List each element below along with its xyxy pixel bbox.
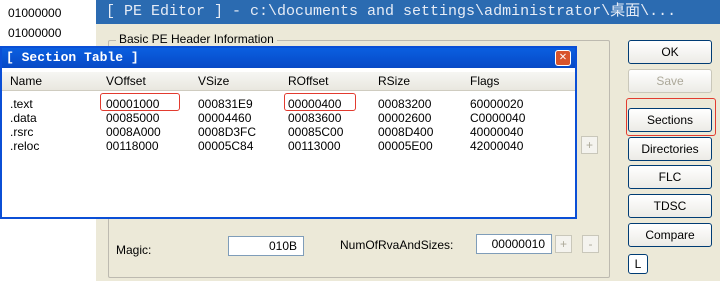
compare-button[interactable]: Compare [628,223,712,247]
magic-field[interactable]: 010B [228,236,304,256]
save-button[interactable]: Save [628,69,712,93]
col-header-rsize[interactable]: RSize [378,74,410,88]
num-rva-minus-button[interactable]: - [582,235,599,253]
basic-header-group-label: Basic PE Header Information [116,32,277,46]
cell-vsize: 00005C84 [198,139,254,153]
close-icon[interactable]: ✕ [555,50,571,66]
roffset-highlight [284,93,356,111]
col-header-name[interactable]: Name [10,74,42,88]
cell-flags: 42000040 [470,139,524,153]
table-row[interactable]: .reloc 00118000 00005C84 00113000 00005E… [2,137,575,153]
spin-plus-button[interactable]: + [581,136,598,154]
magic-label: Magic: [116,243,152,257]
num-rva-field[interactable]: 00000010 [476,234,552,254]
section-table-header: Name VOffset VSize ROffset RSize Flags [2,72,575,91]
l-button[interactable]: L [628,254,648,274]
table-row[interactable]: .rsrc 0008A000 0008D3FC 00085C00 0008D40… [2,123,575,139]
directories-button[interactable]: Directories [628,137,712,161]
cell-rsize: 00005E00 [378,139,433,153]
voffset-highlight [100,93,180,111]
col-header-flags[interactable]: Flags [470,74,499,88]
cell-roffset: 00113000 [288,139,341,153]
tdsc-button[interactable]: TDSC [628,194,712,218]
left-value: 01000000 [8,6,62,20]
cell-name: .reloc [10,139,40,153]
table-row[interactable]: .data 00085000 00004460 00083600 0000260… [2,109,575,125]
ok-button[interactable]: OK [628,40,712,64]
col-header-voffset[interactable]: VOffset [106,74,146,88]
flc-button[interactable]: FLC [628,165,712,189]
section-table-title-bar[interactable]: [ Section Table ] ✕ [2,48,575,68]
sections-highlight [626,98,716,136]
section-table-window: [ Section Table ] ✕ Name VOffset VSize R… [0,46,577,219]
num-rva-plus-button[interactable]: + [555,235,572,253]
num-rva-label: NumOfRvaAndSizes: [340,238,454,252]
col-header-vsize[interactable]: VSize [198,74,229,88]
left-value: 01000000 [8,26,62,40]
section-table-title: [ Section Table ] [6,50,139,65]
col-header-roffset[interactable]: ROffset [288,74,328,88]
cell-voffset: 00118000 [106,139,159,153]
pe-editor-title-bar: [ PE Editor ] - c:\documents and setting… [96,0,720,24]
